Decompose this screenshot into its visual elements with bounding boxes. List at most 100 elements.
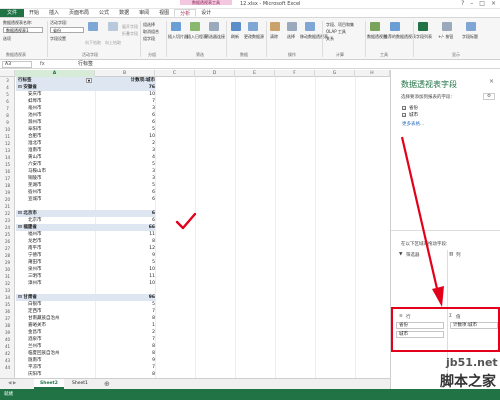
pivot-row-value[interactable]: 8: [95, 371, 155, 378]
row-header[interactable]: 4: [0, 84, 15, 91]
move-pivot-icon[interactable]: [305, 22, 315, 31]
row-header[interactable]: 6: [0, 98, 15, 105]
tab-formulas[interactable]: 公式: [94, 9, 114, 17]
field-list-button[interactable]: 字段列表: [416, 34, 432, 40]
pivot-row-value[interactable]: 3: [95, 175, 155, 182]
help-button[interactable]: ?: [461, 0, 464, 9]
tab-data[interactable]: 数据: [114, 9, 134, 17]
timeline-icon[interactable]: [190, 22, 200, 31]
field-settings-button[interactable]: 字段设置: [50, 36, 66, 42]
pivot-item-row[interactable]: 马鞍山市: [16, 168, 95, 175]
row-header[interactable]: 37: [0, 315, 15, 322]
add-sheet-icon[interactable]: ⊕: [98, 379, 116, 389]
filter-connections-icon[interactable]: [209, 22, 219, 31]
pivot-item-row[interactable]: 金昌市: [16, 329, 95, 336]
insert-slicer-button[interactable]: 插入切片器: [168, 34, 188, 40]
pivot-row-value[interactable]: 7: [95, 336, 155, 343]
pivot-item-row[interactable]: 安庆市: [16, 91, 95, 98]
row-header[interactable]: 26: [0, 238, 15, 245]
tab-file[interactable]: 文件: [0, 9, 24, 17]
row-header[interactable]: 22: [0, 210, 15, 217]
row-header[interactable]: 14: [0, 154, 15, 161]
row-header[interactable]: 23: [0, 217, 15, 224]
row-header[interactable]: 17: [0, 175, 15, 182]
pivot-row-value[interactable]: 9: [95, 252, 155, 259]
pivot-item-row[interactable]: 蚌埠市: [16, 98, 95, 105]
row-header[interactable]: 16: [0, 168, 15, 175]
pivot-row-value[interactable]: 1: [95, 322, 155, 329]
pivot-item-row[interactable]: 兰州市: [16, 343, 95, 350]
column-header-f[interactable]: F: [275, 70, 315, 77]
pivot-row-value[interactable]: 8: [95, 343, 155, 350]
pivot-row-value[interactable]: 6: [95, 217, 155, 224]
row-header[interactable]: 20: [0, 196, 15, 203]
row-header[interactable]: 32: [0, 280, 15, 287]
row-header[interactable]: 19: [0, 189, 15, 196]
pivot-options-button[interactable]: 选项: [3, 36, 11, 42]
pivot-row-value[interactable]: 7: [95, 308, 155, 315]
formula-input[interactable]: 行标签: [78, 61, 93, 68]
pivot-row-value[interactable]: 2: [95, 140, 155, 147]
change-source-button[interactable]: 更改数据源: [244, 34, 264, 40]
pivotchart-icon[interactable]: [370, 22, 380, 31]
slicer-icon[interactable]: [171, 22, 181, 31]
select-icon[interactable]: [287, 22, 297, 31]
pivot-header-row-label[interactable]: 行标签: [16, 77, 95, 84]
tab-insert[interactable]: 插入: [44, 9, 64, 17]
row-header[interactable]: 27: [0, 245, 15, 252]
pivot-item-row[interactable]: 莆田市: [16, 259, 95, 266]
field-headers-button[interactable]: 字段标题: [462, 34, 478, 40]
drill-up-icon[interactable]: [108, 22, 118, 31]
pivot-item-row[interactable]: 福州市: [16, 231, 95, 238]
pivot-item-row[interactable]: 平凉市: [16, 364, 95, 371]
tab-review[interactable]: 审阅: [134, 9, 154, 17]
fx-icon[interactable]: fx: [40, 61, 45, 67]
refresh-button[interactable]: 刷新: [231, 34, 239, 40]
row-header[interactable]: 38: [0, 322, 15, 329]
pivot-item-row[interactable]: 宿州市: [16, 189, 95, 196]
pivot-row-value[interactable]: 3: [95, 147, 155, 154]
tab-design[interactable]: 设计: [196, 9, 216, 17]
pivot-group-row[interactable]: ⊟ 北京市: [16, 210, 95, 217]
pivot-row-value[interactable]: [95, 203, 155, 210]
pivot-item-row[interactable]: 泉州市: [16, 266, 95, 273]
column-header-d[interactable]: D: [195, 70, 235, 77]
tab-analyze[interactable]: 分析: [174, 9, 197, 17]
plus-minus-button[interactable]: +/- 按钮: [438, 34, 453, 40]
pivot-row-value[interactable]: 7: [95, 98, 155, 105]
row-header[interactable]: 35: [0, 301, 15, 308]
relationships-button[interactable]: 关系: [326, 36, 334, 42]
select-button[interactable]: 选择: [287, 34, 295, 40]
field-headers-icon[interactable]: [466, 22, 476, 31]
pivot-item-row[interactable]: 临夏回族自治州: [16, 350, 95, 357]
pivot-item-row[interactable]: 芜湖市: [16, 182, 95, 189]
column-header-b[interactable]: B: [95, 70, 155, 77]
row-header[interactable]: 25: [0, 231, 15, 238]
pivot-item-row[interactable]: 庆阳市: [16, 371, 95, 378]
row-header[interactable]: 8: [0, 112, 15, 119]
pivot-item-row[interactable]: 合肥市: [16, 133, 95, 140]
pivot-row-value[interactable]: 6: [95, 196, 155, 203]
row-header[interactable]: 40: [0, 336, 15, 343]
pivot-row-value[interactable]: 10: [95, 91, 155, 98]
pivot-row-value[interactable]: 4: [95, 154, 155, 161]
maximize-button[interactable]: □: [479, 0, 485, 9]
pivot-row-value[interactable]: 5: [95, 161, 155, 168]
pivot-row-value[interactable]: 3: [95, 168, 155, 175]
row-header[interactable]: 43: [0, 357, 15, 364]
column-header-h[interactable]: H: [355, 70, 390, 77]
drill-up-button[interactable]: 向上钻取: [105, 40, 121, 46]
pivot-item-row[interactable]: 池州市: [16, 112, 95, 119]
row-header[interactable]: 15: [0, 161, 15, 168]
pivot-item-row[interactable]: 嘉峪关市: [16, 322, 95, 329]
pivot-item-row[interactable]: 宁德市: [16, 252, 95, 259]
row-header[interactable]: 7: [0, 105, 15, 112]
pivot-row-value[interactable]: 10: [95, 133, 155, 140]
row-header[interactable]: 41: [0, 343, 15, 350]
pivot-row-value[interactable]: 7: [95, 364, 155, 371]
pivot-item-row[interactable]: 淮南市: [16, 147, 95, 154]
row-header[interactable]: 13: [0, 147, 15, 154]
clear-button[interactable]: 清除: [270, 34, 278, 40]
pivot-row-value[interactable]: 5: [95, 301, 155, 308]
pivot-row-value[interactable]: 66: [95, 224, 155, 231]
